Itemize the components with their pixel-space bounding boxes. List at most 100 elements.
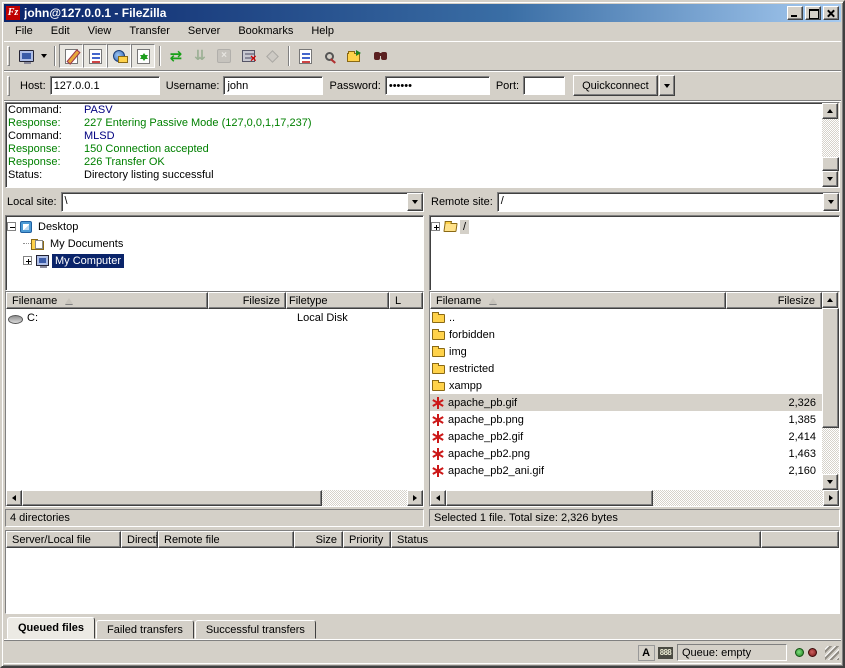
scroll-thumb[interactable] <box>822 157 839 171</box>
directory-comparison-button[interactable] <box>293 44 317 68</box>
chevron-down-icon <box>41 54 47 58</box>
log-line: Response:150 Connection accepted <box>8 143 820 156</box>
quickconnect-button[interactable]: Quickconnect <box>573 75 658 96</box>
speed-limits-indicator[interactable]: 888 <box>658 647 673 659</box>
scroll-track[interactable] <box>822 308 839 474</box>
remote-file-row[interactable]: apache_pb2.gif2,414 <box>430 428 822 445</box>
tab-successful-transfers[interactable]: Successful transfers <box>195 620 316 639</box>
minimize-button[interactable] <box>787 6 803 20</box>
scroll-right-button[interactable] <box>407 490 423 506</box>
port-input[interactable] <box>523 76 565 95</box>
scroll-left-button[interactable] <box>6 490 22 506</box>
reconnect-button[interactable] <box>260 44 284 68</box>
scroll-thumb[interactable] <box>822 308 839 428</box>
remote-file-row[interactable]: apache_pb.png1,385 <box>430 411 822 428</box>
title-bar[interactable]: Fz john@127.0.0.1 - FileZilla <box>4 4 841 22</box>
menu-server[interactable]: Server <box>179 23 229 40</box>
remote-file-row[interactable]: .. <box>430 309 822 326</box>
synchronized-browsing-button[interactable] <box>341 44 365 68</box>
local-horizontal-scrollbar[interactable] <box>6 490 423 506</box>
filename-filters-button[interactable] <box>317 44 341 68</box>
remote-file-row[interactable]: forbidden <box>430 326 822 343</box>
menu-transfer[interactable]: Transfer <box>120 23 179 40</box>
toolbar-grip[interactable] <box>7 46 10 66</box>
password-input[interactable] <box>385 76 490 95</box>
remote-file-row[interactable]: restricted <box>430 360 822 377</box>
column-size[interactable]: Size <box>294 531 343 548</box>
column-filesize[interactable]: Filesize <box>208 292 286 309</box>
site-manager-button[interactable] <box>14 44 38 68</box>
maximize-button[interactable] <box>805 6 821 20</box>
local-file-row[interactable]: C: Local Disk <box>6 309 423 326</box>
host-input[interactable] <box>50 76 160 95</box>
remote-site-dropdown-button[interactable] <box>823 193 839 211</box>
remote-file-row[interactable]: xampp <box>430 377 822 394</box>
scroll-thumb[interactable] <box>446 490 653 506</box>
process-queue-button[interactable]: ⇊ <box>188 44 212 68</box>
scroll-up-button[interactable] <box>822 292 838 308</box>
close-button[interactable] <box>823 6 839 20</box>
column-status[interactable]: Status <box>391 531 761 548</box>
refresh-button[interactable]: ⇄ <box>164 44 188 68</box>
tree-item-root[interactable]: / <box>431 218 838 235</box>
menu-bookmarks[interactable]: Bookmarks <box>229 23 302 40</box>
menu-edit[interactable]: Edit <box>42 23 79 40</box>
tab-failed-transfers[interactable]: Failed transfers <box>96 620 194 639</box>
remote-site-combo[interactable]: / <box>497 192 840 212</box>
quickconnect-grip[interactable] <box>7 76 10 96</box>
scroll-right-button[interactable] <box>823 490 839 506</box>
tree-item-my-computer[interactable]: My Computer <box>7 252 422 269</box>
local-site-combo[interactable]: \ <box>61 192 424 212</box>
menu-help[interactable]: Help <box>302 23 343 40</box>
resize-grip[interactable] <box>825 646 839 660</box>
collapse-icon[interactable] <box>7 222 16 231</box>
scroll-track[interactable] <box>22 490 407 506</box>
remote-file-row[interactable]: apache_pb2.png1,463 <box>430 445 822 462</box>
log-label: Status: <box>8 169 84 182</box>
tab-queued-files[interactable]: Queued files <box>7 617 95 639</box>
scroll-down-button[interactable] <box>822 171 838 187</box>
expand-icon[interactable] <box>431 222 440 231</box>
chevron-down-icon <box>828 200 834 204</box>
toggle-remote-tree-button[interactable] <box>107 44 131 68</box>
column-filetype[interactable]: Filetype <box>286 292 389 309</box>
menu-file[interactable]: File <box>6 23 42 40</box>
toggle-local-tree-button[interactable] <box>83 44 107 68</box>
column-last-modified[interactable]: L <box>389 292 423 309</box>
local-site-dropdown-button[interactable] <box>407 193 423 211</box>
find-files-button[interactable] <box>365 44 389 68</box>
scroll-thumb[interactable] <box>22 490 322 506</box>
column-direction[interactable]: Directi... <box>121 531 158 548</box>
tree-item-desktop[interactable]: Desktop <box>7 218 422 235</box>
cancel-operation-button[interactable]: × <box>212 44 236 68</box>
column-filename[interactable]: Filename <box>6 292 208 309</box>
column-remote-file[interactable]: Remote file <box>158 531 294 548</box>
scroll-track[interactable] <box>822 119 839 171</box>
menu-view[interactable]: View <box>79 23 121 40</box>
transfer-type-indicator[interactable]: A <box>638 645 655 661</box>
sort-ascending-icon <box>65 298 73 304</box>
column-filename[interactable]: Filename <box>430 292 726 309</box>
toggle-queue-button[interactable] <box>131 44 155 68</box>
username-input[interactable] <box>223 76 323 95</box>
remote-horizontal-scrollbar[interactable] <box>430 490 839 506</box>
scroll-down-button[interactable] <box>822 474 838 490</box>
remote-file-row-selected[interactable]: apache_pb.gif2,326 <box>430 394 822 411</box>
scroll-track[interactable] <box>446 490 823 506</box>
remote-vertical-scrollbar[interactable] <box>822 292 839 490</box>
expand-icon[interactable] <box>23 256 32 265</box>
disconnect-button[interactable]: × <box>236 44 260 68</box>
scroll-up-button[interactable] <box>822 103 838 119</box>
scroll-left-button[interactable] <box>430 490 446 506</box>
tree-item-my-documents[interactable]: My Documents <box>7 235 422 252</box>
remote-file-row[interactable]: apache_pb2_ani.gif2,160 <box>430 462 822 479</box>
toggle-message-log-button[interactable] <box>59 44 83 68</box>
column-priority[interactable]: Priority <box>343 531 391 548</box>
quickconnect-dropdown-button[interactable] <box>659 75 675 96</box>
site-manager-dropdown-button[interactable] <box>38 45 50 67</box>
queue-list[interactable] <box>6 548 839 613</box>
remote-file-row[interactable]: img <box>430 343 822 360</box>
column-server-local-file[interactable]: Server/Local file <box>6 531 121 548</box>
column-filesize[interactable]: Filesize <box>726 292 822 309</box>
log-scrollbar[interactable] <box>822 103 839 187</box>
